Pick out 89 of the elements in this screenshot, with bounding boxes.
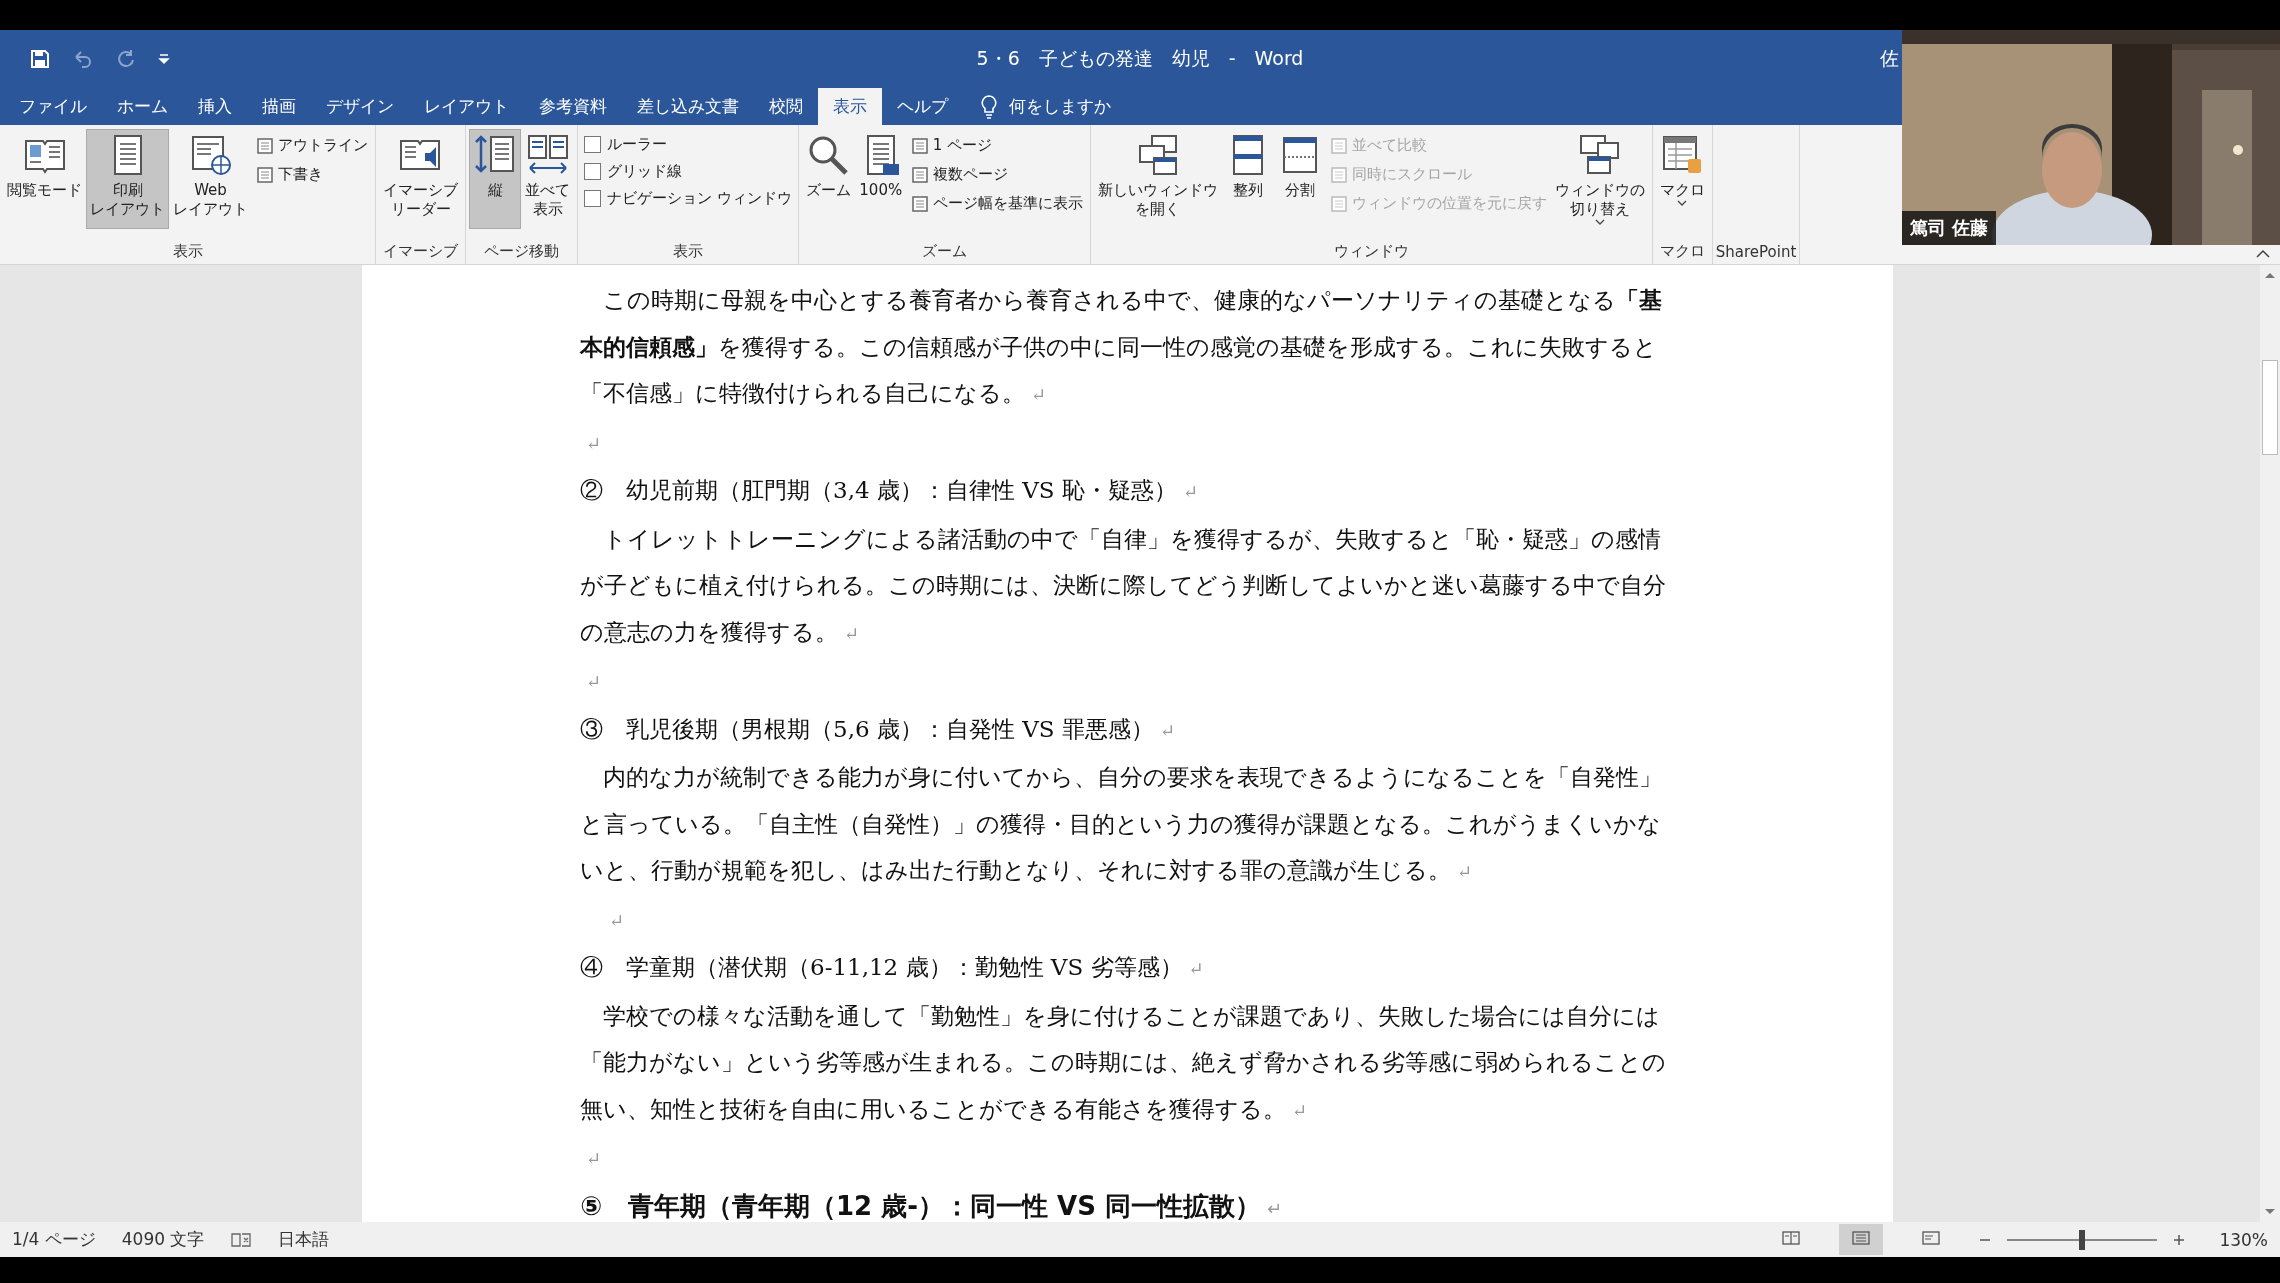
paragraph: この時期に母親を中心とする養育者から養育される中で、健康的なパーソナリティの基礎となる「基本的信頼感」を獲得する。この信頼感が子供の中に同一性の感覚の基礎を形成する。これに失敗すると「不信感」に特徴付けられる自己になる。 ↵ — [580, 287, 1662, 406]
group-label: 表示 — [671, 242, 704, 262]
checkbox[interactable] — [584, 163, 601, 180]
group-label: ウィンドウ — [1332, 242, 1410, 262]
ribbon-button[interactable]: 整列 — [1221, 129, 1274, 229]
ribbon-button[interactable]: マクロ — [1655, 129, 1709, 229]
proofing-icon[interactable] — [230, 1230, 253, 1249]
page-icon — [910, 165, 929, 184]
scroll-down-icon[interactable] — [2264, 1208, 2276, 1216]
redo-icon[interactable] — [116, 49, 136, 69]
paragraph-mark: ↵ — [586, 671, 602, 692]
ribbon-button[interactable]: 縦 — [469, 129, 521, 229]
page-icon — [1329, 136, 1348, 155]
group-label: ズーム — [920, 242, 968, 262]
section-heading: ⑤ 青年期（青年期（12 歳-）：同一性 VS 同一性拡散） ↵ — [580, 1190, 1283, 1221]
ribbon-button[interactable]: 新しいウィンドウ を開く — [1093, 129, 1222, 229]
page-count[interactable]: 1/4 ページ — [12, 1228, 96, 1251]
page-icon — [1329, 194, 1348, 213]
zoom-in-icon[interactable] — [2173, 1233, 2186, 1246]
ribbon-tab[interactable]: ファイル — [4, 88, 102, 125]
ribbon-tab[interactable]: 校閲 — [754, 88, 818, 125]
checkbox-label[interactable]: ルーラー — [607, 135, 667, 154]
lightbulb-icon — [981, 94, 997, 119]
page-icon — [256, 136, 274, 155]
ribbon-button[interactable]: ウィンドウの 切り替え — [1550, 129, 1649, 229]
ribbon-button[interactable]: 複数ページ — [906, 162, 1087, 187]
windows-icon — [1577, 133, 1622, 177]
ribbon-button[interactable]: 100% — [854, 129, 907, 229]
checkbox-label[interactable]: ナビゲーション ウィンドウ — [607, 189, 792, 208]
checkbox[interactable] — [584, 136, 601, 153]
section-heading: ④ 学童期（潜伏期（6-11,12 歳）：勤勉性 VS 劣等感） ↵ — [580, 954, 1204, 980]
account-name[interactable]: 佐 — [1880, 46, 1899, 72]
zoom-slider-thumb[interactable] — [2079, 1229, 2086, 1250]
page-icon — [1329, 165, 1348, 184]
collapse-ribbon-icon[interactable] — [2256, 249, 2270, 258]
page-icon — [256, 165, 274, 184]
language[interactable]: 日本語 — [278, 1228, 330, 1251]
layout-icon — [1781, 1230, 1802, 1246]
checkbox-label[interactable]: グリッド線 — [607, 162, 682, 181]
paragraph-mark: ↵ — [586, 432, 602, 454]
undo-icon[interactable] — [72, 49, 94, 69]
ribbon-button[interactable]: アウトライン — [252, 133, 372, 158]
ribbon-button[interactable]: 分割 — [1273, 129, 1326, 229]
section-heading: ② 幼児前期（肛門期（3,4 歳）：自律性 VS 恥・疑惑） ↵ — [580, 477, 1198, 503]
group-label: ページ移動 — [483, 242, 560, 262]
checkbox[interactable] — [584, 190, 601, 207]
ribbon-tab[interactable]: レイアウト — [409, 88, 524, 125]
page-icon — [910, 136, 929, 155]
ribbon-tab[interactable]: ホーム — [102, 88, 183, 125]
ribbon-tab[interactable]: 描画 — [247, 88, 311, 125]
ribbon-button[interactable]: 1 ページ — [906, 133, 1087, 158]
ribbon-tab[interactable]: 挿入 — [183, 88, 247, 125]
ribbon-tab[interactable]: 参考資料 — [524, 88, 622, 125]
ribbon-tab[interactable]: 差し込み文書 — [622, 88, 754, 125]
zoom-level[interactable]: 130% — [2219, 1229, 2268, 1250]
ribbon-tab[interactable]: デザイン — [311, 88, 409, 125]
group-label: イマーシブ — [382, 242, 459, 262]
group-label: マクロ — [1658, 242, 1706, 262]
word-count[interactable]: 4090 文字 — [121, 1228, 205, 1251]
window-title: 5・6 子どもの発達 幼児 - Word — [976, 46, 1304, 71]
paragraph-mark: ↵ — [609, 909, 625, 931]
paragraph: 学校での様々な活動を通して「勤勉性」を身に付けることが課題であり、失敗した場合には自分には「能力がない」という劣等感が生まれる。この時期には、絶えず脅かされる劣等感に弱められることの無い、知性と技術を自由に用いることができる有能さを獲得する。 ↵ — [580, 1002, 1666, 1122]
save-icon[interactable] — [30, 49, 50, 69]
layout-icon — [1851, 1230, 1872, 1246]
group-label: SharePoint — [1715, 243, 1797, 263]
scroll-thumb[interactable] — [2262, 360, 2278, 455]
scroll-up-icon[interactable] — [2264, 271, 2276, 279]
paragraph: トイレットトレーニングによる諸活動の中で「自律」を獲得するが、失敗すると「恥・疑惑」の感情が子どもに植え付けられる。この時期には、決断に際してどう判断してよいかと迷い葛藤する中で自分の意志の力を獲得する。 ↵ — [580, 525, 1666, 645]
ribbon-button[interactable]: 下書き — [252, 162, 372, 187]
layout-icon — [1921, 1230, 1942, 1246]
ribbon-button[interactable]: イマーシブ リーダー — [379, 129, 462, 229]
section-heading: ③ 乳児後期（男根期（5,6 歳）：自発性 VS 罪悪感） ↵ — [580, 715, 1175, 742]
ribbon-button[interactable]: ページ幅を基準に表示 — [906, 191, 1087, 216]
scrollbar[interactable] — [2260, 265, 2280, 1222]
tell-me-field[interactable]: 何をしますか — [1009, 95, 1111, 118]
paragraph-mark: ↵ — [586, 1148, 602, 1169]
ribbon-button[interactable]: ズーム — [801, 129, 855, 229]
ribbon-tab[interactable]: ヘルプ — [882, 88, 963, 125]
paragraph: 内的な力が統制できる能力が身に付いてから、自分の要求を表現できるようになることを「自発性」と言っている。「自主性（自発性）」の獲得・目的という力の獲得が課題となる。これがうまくいかないと、行動が規範を犯し、はみ出た行動となり、それに対する罪の意識が生じる。 ↵ — [580, 764, 1662, 883]
customize-icon[interactable] — [158, 52, 170, 66]
ribbon-button[interactable]: Web レイアウト — [169, 129, 252, 229]
ribbon-button[interactable]: 印刷 レイアウト — [86, 129, 169, 229]
page-icon — [910, 194, 929, 213]
ribbon-button[interactable]: 並べて 表示 — [521, 129, 574, 229]
ribbon-tab[interactable]: 表示 — [818, 88, 882, 125]
view-button[interactable] — [1839, 1224, 1884, 1255]
participant-name: 篤司 佐藤 — [1902, 211, 1997, 245]
group-label: 表示 — [171, 242, 204, 262]
ribbon-button[interactable]: 閲覧モード — [3, 129, 86, 229]
